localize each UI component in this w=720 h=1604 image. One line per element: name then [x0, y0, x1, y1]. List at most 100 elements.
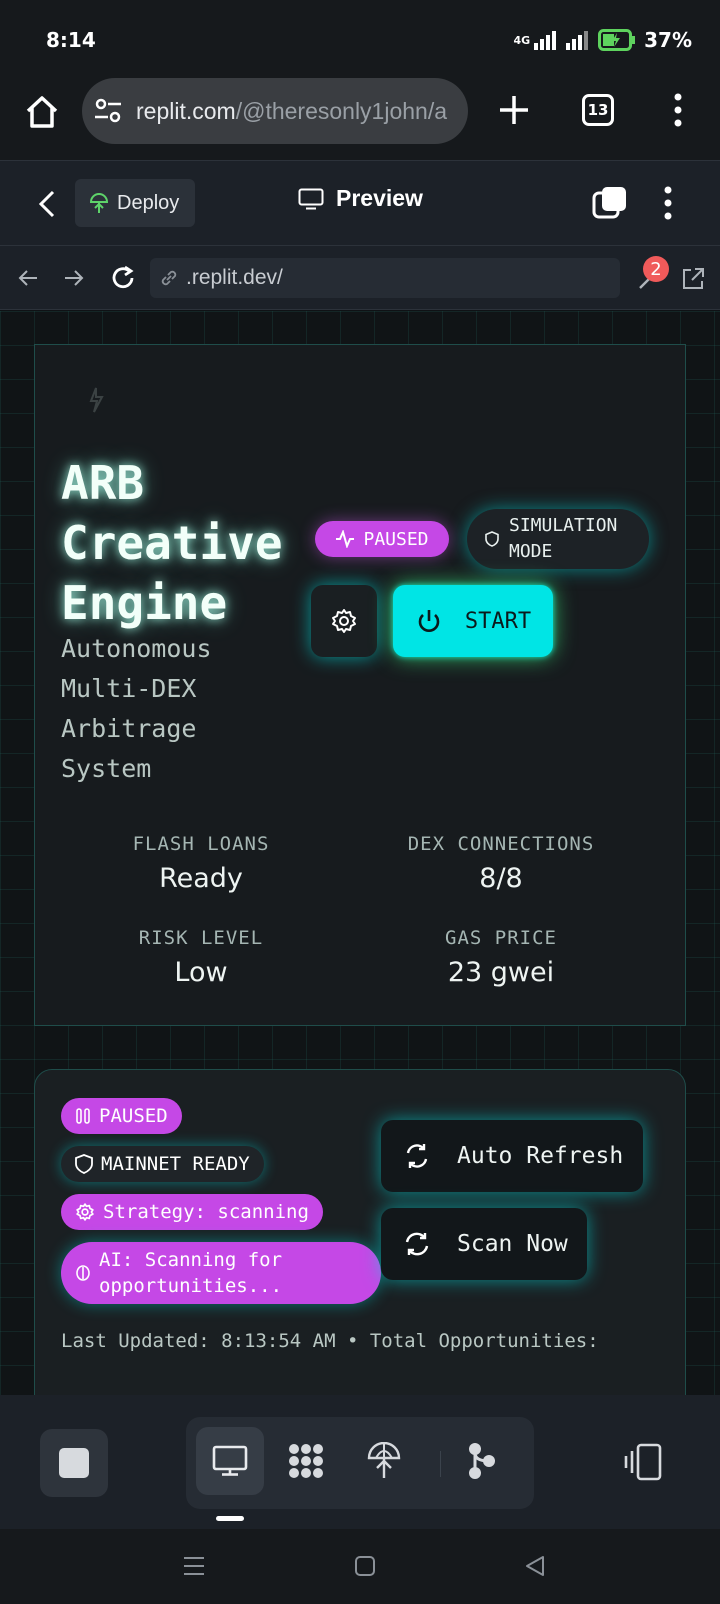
browser-toolbar: replit.com/@theresonly1john/a 13	[0, 78, 720, 160]
mainnet-ready-pill: MAINNET READY	[61, 1146, 264, 1182]
ai-status-pill: AI: Scanning for opportunities...	[61, 1242, 381, 1304]
status-panel: PAUSED MAINNET READY Strategy: scanning …	[34, 1069, 686, 1395]
home-indicator	[216, 1516, 244, 1521]
ai-status-label: AI: Scanning for opportunities...	[99, 1249, 283, 1297]
app-subtitle: Autonomous Multi-DEX Arbitrage System	[61, 634, 212, 783]
start-button[interactable]: START	[393, 585, 553, 657]
external-link-icon[interactable]	[680, 266, 706, 292]
webview-url: .replit.dev/	[186, 266, 283, 289]
plus-icon[interactable]	[496, 92, 532, 128]
settings-button[interactable]	[311, 585, 377, 657]
link-icon	[161, 270, 177, 286]
more-vert-icon[interactable]	[668, 92, 688, 128]
home-square-icon[interactable]	[354, 1555, 376, 1577]
gas-price-label: GAS PRICE	[445, 927, 557, 949]
paused-label: PAUSED	[363, 528, 429, 550]
notification-badge: 2	[643, 256, 669, 282]
shield-icon	[485, 531, 499, 547]
deploy-label: Deploy	[117, 191, 180, 214]
tab-switcher-button[interactable]: 13	[582, 94, 614, 126]
flash-loans-label: FLASH LOANS	[132, 833, 270, 855]
deployments-tool-button[interactable]	[350, 1427, 418, 1495]
flash-loans-value: Ready	[159, 863, 243, 894]
preview-title: Preview	[298, 185, 423, 212]
battery-percent: 37%	[644, 28, 692, 52]
signal-icon	[534, 31, 557, 50]
simulation-mode-label: SIMULATION MODE	[509, 515, 618, 562]
site-settings-icon[interactable]	[94, 98, 122, 124]
pulse-icon	[336, 530, 355, 548]
deploy-icon	[367, 1442, 401, 1478]
signal-icon-2	[566, 31, 589, 50]
branch-icon	[469, 1443, 495, 1479]
recents-menu-icon[interactable]	[182, 1555, 206, 1577]
gear-icon	[332, 609, 356, 633]
android-navigation-bar	[0, 1529, 720, 1604]
brain-icon	[76, 1265, 90, 1281]
strategy-pill: Strategy: scanning	[61, 1194, 323, 1230]
home-icon[interactable]	[22, 92, 62, 132]
power-icon	[418, 610, 440, 632]
paused-status-label: PAUSED	[99, 1105, 168, 1127]
grid-dots-icon	[289, 1444, 323, 1478]
device-frame-icon[interactable]	[620, 1443, 664, 1483]
auto-refresh-label: Auto Refresh	[457, 1143, 624, 1169]
dex-connections-label: DEX CONNECTIONS	[407, 833, 595, 855]
git-tool-button[interactable]	[448, 1427, 516, 1495]
auto-refresh-button[interactable]: Auto Refresh	[381, 1120, 643, 1192]
paused-status-pill: PAUSED	[61, 1098, 182, 1134]
shield-icon	[75, 1154, 93, 1174]
arrow-left-icon[interactable]	[16, 266, 40, 290]
risk-level-label: RISK LEVEL	[138, 927, 264, 949]
risk-level-value: Low	[174, 957, 228, 988]
url-domain: replit.com	[136, 98, 236, 124]
address-bar[interactable]: replit.com/@theresonly1john/a	[82, 78, 468, 144]
activity-icon	[89, 387, 104, 413]
url-path: /@theresonly1john/a	[235, 98, 448, 124]
status-bar: 8:14 4G 37%	[0, 0, 720, 78]
gear-icon	[76, 1203, 94, 1221]
monitor-icon	[298, 188, 324, 209]
start-label: START	[464, 608, 532, 634]
monitor-icon	[212, 1445, 248, 1476]
stop-button[interactable]	[40, 1429, 108, 1497]
dex-connections-value: 8/8	[479, 863, 523, 894]
refresh-icon	[406, 1144, 428, 1168]
divider	[440, 1451, 441, 1477]
scan-now-button[interactable]: Scan Now	[381, 1208, 587, 1280]
paused-badge: PAUSED	[315, 521, 449, 557]
arrow-right-icon[interactable]	[62, 266, 86, 290]
strategy-label: Strategy: scanning	[103, 1201, 309, 1223]
scan-now-label: Scan Now	[457, 1231, 568, 1257]
network-label: 4G	[513, 33, 531, 47]
web-preview: ARB Creative Engine Autonomous Multi-DEX…	[0, 311, 720, 1395]
stop-icon	[59, 1448, 89, 1478]
deploy-icon	[89, 193, 109, 213]
status-indicators: 4G 37%	[513, 28, 692, 52]
sync-icon	[405, 1232, 429, 1256]
back-triangle-icon[interactable]	[524, 1555, 546, 1577]
preview-label: Preview	[336, 185, 423, 211]
battery-icon	[598, 29, 636, 51]
mainnet-ready-label: MAINNET READY	[101, 1153, 250, 1175]
simulation-mode-badge: SIMULATION MODE	[467, 509, 649, 569]
app-title: ARB Creative Engine	[61, 456, 283, 630]
hero-card: ARB Creative Engine Autonomous Multi-DEX…	[34, 344, 686, 1026]
replit-header: Deploy Preview	[0, 160, 720, 246]
reload-icon[interactable]	[108, 263, 138, 293]
new-window-icon[interactable]	[592, 185, 628, 221]
deploy-button[interactable]: Deploy	[75, 179, 195, 227]
webview-toolbar: .replit.dev/	[0, 246, 720, 310]
gas-price-value: 23 gwei	[447, 957, 555, 988]
replit-bottom-toolbar	[0, 1395, 720, 1529]
status-time: 8:14	[46, 28, 96, 52]
tool-switcher	[186, 1417, 534, 1509]
preview-tool-button[interactable]	[196, 1427, 264, 1495]
url-text: replit.com/@theresonly1john/a	[136, 98, 456, 125]
webview-url-field[interactable]: .replit.dev/	[150, 258, 620, 298]
agent-tool-button[interactable]	[272, 1427, 340, 1495]
more-vert-icon[interactable]	[658, 185, 678, 221]
last-updated-text: Last Updated: 8:13:54 AM • Total Opportu…	[61, 1330, 599, 1352]
pause-icon	[76, 1108, 90, 1124]
chevron-left-icon[interactable]	[36, 189, 58, 219]
